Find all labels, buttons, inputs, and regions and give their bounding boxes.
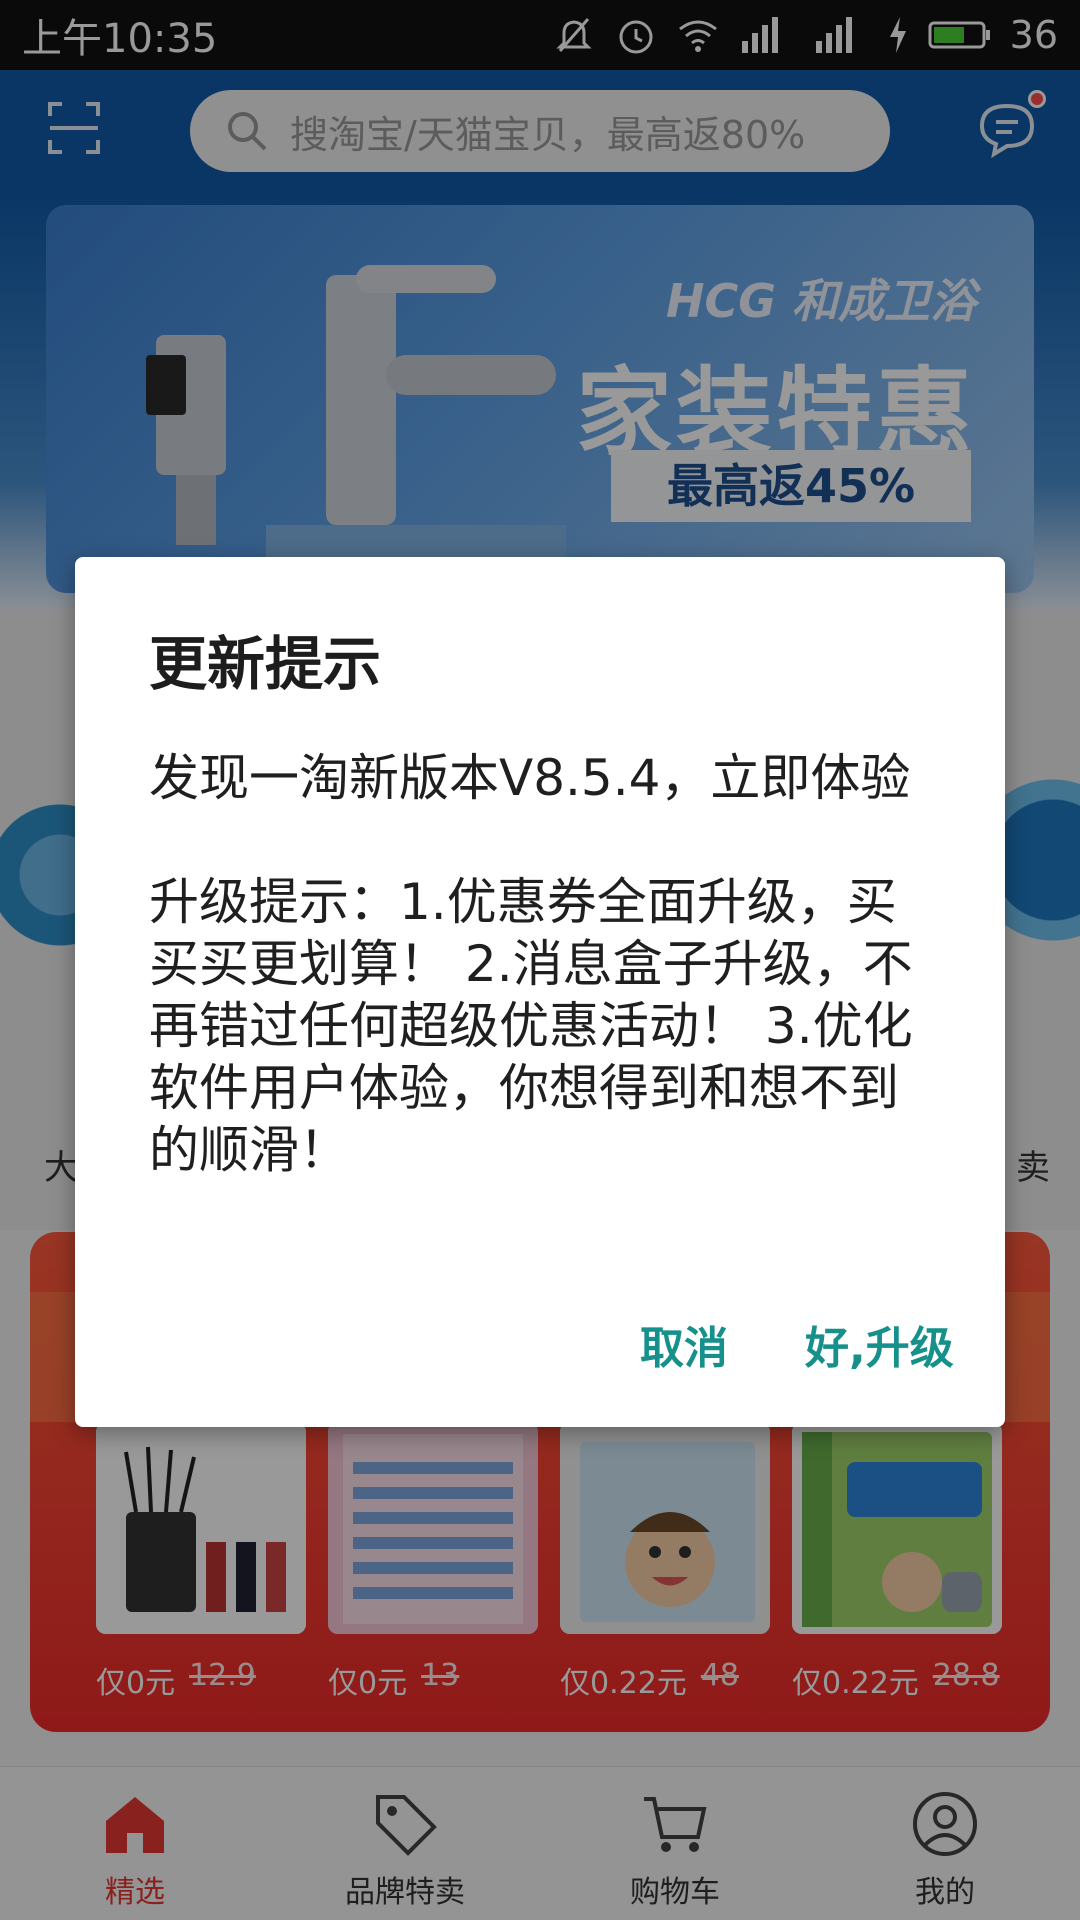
upgrade-button[interactable]: 好,升级 [805,1312,954,1376]
cancel-button[interactable]: 取消 [640,1312,728,1376]
dialog-title: 更新提示 [149,630,382,698]
dialog-message: 发现一淘新版本V8.5.4，立即体验 升级提示：1.优惠券全面升级，买买买更划算… [149,749,913,1179]
update-dialog: 更新提示 发现一淘新版本V8.5.4，立即体验 升级提示：1.优惠券全面升级，买… [75,557,1005,1427]
